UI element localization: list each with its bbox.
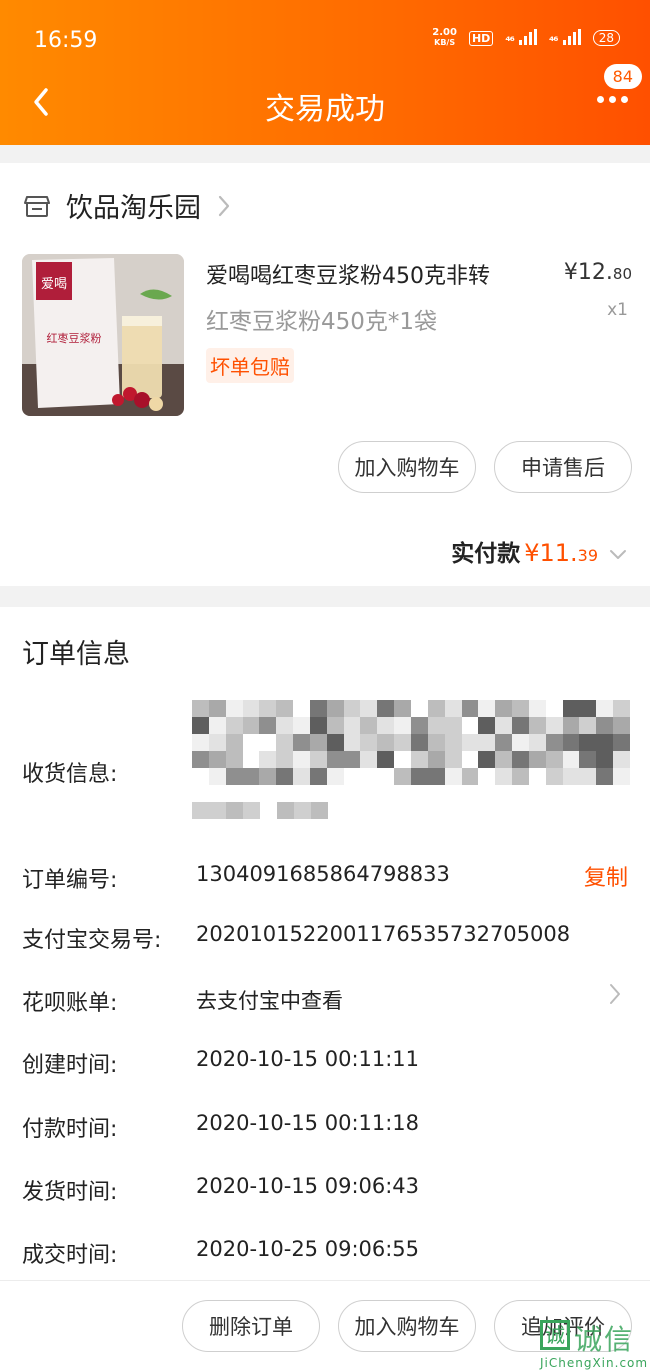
- paid-amount-main: ¥11.: [524, 539, 578, 567]
- paid-amount: ¥11.39: [524, 539, 598, 567]
- signal1-label: ⁴⁶: [505, 33, 514, 48]
- more-button[interactable]: [597, 96, 628, 103]
- signal-icon: ⁴⁶: [505, 28, 538, 48]
- page-title: 交易成功: [265, 92, 385, 127]
- alipay-no-value: 2020101522001176535732705008: [196, 922, 571, 946]
- paid-amount-cents: 39: [577, 546, 598, 565]
- product-spec: 红枣豆浆粉450克*1袋: [206, 309, 438, 335]
- paid-time-label: 付款时间:: [22, 1117, 118, 1142]
- product-title[interactable]: 爱喝喝红枣豆浆粉450克非转: [206, 258, 536, 290]
- net-speed: 2.00 KB/S: [432, 28, 457, 48]
- app-header: 16:59 2.00 KB/S HD ⁴⁶ ⁴⁶ 28 交易成功 84: [0, 0, 650, 145]
- watermark-text: 诚信: [574, 1323, 635, 1356]
- hd-icon: HD: [468, 30, 494, 46]
- chevron-down-icon: [610, 550, 626, 559]
- after-sale-button[interactable]: 申请售后: [494, 441, 632, 493]
- order-no-value: 1304091685864798833: [196, 862, 450, 886]
- product-image[interactable]: 爱喝 红枣豆浆粉: [22, 254, 184, 416]
- net-speed-value: 2.00: [432, 27, 457, 38]
- more-dot-icon: [609, 96, 616, 103]
- add-to-cart-bottom-button[interactable]: 加入购物车: [338, 1300, 476, 1352]
- shop-name[interactable]: 饮品淘乐园: [66, 186, 201, 225]
- watermark-logo: 诚: [540, 1320, 570, 1350]
- site-watermark: 诚 诚信 JiChengXin.com: [530, 1318, 648, 1372]
- shop-row[interactable]: 饮品淘乐园: [24, 186, 231, 225]
- paid-label: 实付款: [451, 541, 521, 567]
- product-price-cents: 80: [612, 265, 632, 283]
- store-icon: [24, 195, 50, 217]
- closed-time-label: 成交时间:: [22, 1243, 118, 1268]
- redacted-address: [192, 700, 630, 824]
- section-title: 订单信息: [22, 639, 130, 670]
- more-dot-icon: [597, 96, 604, 103]
- signal2-icon: ⁴⁶: [549, 28, 581, 48]
- guarantee-tag: 坏单包赔: [206, 348, 294, 383]
- svg-text:红枣豆浆粉: 红枣豆浆粉: [47, 331, 102, 345]
- add-to-cart-button[interactable]: 加入购物车: [338, 441, 476, 493]
- status-time: 16:59: [34, 28, 98, 53]
- chevron-right-icon: [610, 984, 620, 1004]
- battery-icon: 28: [592, 30, 620, 46]
- address-label: 收货信息:: [22, 762, 118, 787]
- chevron-right-icon: [218, 195, 230, 216]
- signal2-label: ⁴⁶: [549, 33, 558, 48]
- net-speed-unit: KB/S: [434, 38, 456, 47]
- created-time-label: 创建时间:: [22, 1053, 118, 1078]
- product-price: ¥12.80: [564, 260, 632, 285]
- more-dot-icon: [621, 96, 628, 103]
- shipped-time-label: 发货时间:: [22, 1180, 118, 1205]
- created-time-value: 2020-10-15 00:11:11: [196, 1047, 420, 1071]
- delete-order-button[interactable]: 删除订单: [182, 1300, 320, 1352]
- product-qty: x1: [607, 300, 628, 320]
- svg-text:爱喝: 爱喝: [41, 277, 67, 292]
- paid-amount-row[interactable]: 实付款 ¥11.39: [451, 534, 628, 568]
- watermark-url: JiChengXin.com: [540, 1356, 649, 1370]
- product-photo: 爱喝 红枣豆浆粉: [22, 254, 184, 416]
- huabei-link[interactable]: 去支付宝中查看: [196, 985, 343, 1015]
- status-icons: 2.00 KB/S HD ⁴⁶ ⁴⁶ 28: [432, 28, 620, 48]
- alipay-no-label: 支付宝交易号:: [22, 928, 162, 953]
- product-price-main: ¥12.: [563, 260, 613, 285]
- copy-button[interactable]: 复制: [584, 860, 628, 892]
- huabei-label: 花呗账单:: [22, 991, 118, 1016]
- order-no-label: 订单编号:: [22, 868, 118, 893]
- closed-time-value: 2020-10-25 09:06:55: [196, 1237, 420, 1261]
- paid-time-value: 2020-10-15 00:11:18: [196, 1111, 420, 1135]
- message-badge[interactable]: 84: [603, 64, 642, 89]
- shipped-time-value: 2020-10-15 09:06:43: [196, 1174, 420, 1198]
